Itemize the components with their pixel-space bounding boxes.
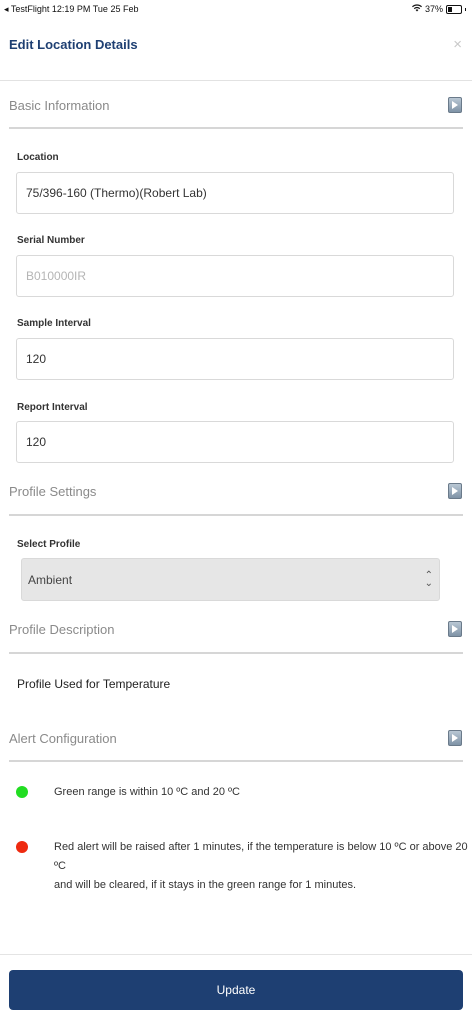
profile-selected-value: Ambient bbox=[28, 572, 73, 587]
location-field[interactable]: 75/396-160 (Thermo)(Robert Lab) bbox=[16, 172, 454, 214]
status-time: 12:19 PM bbox=[51, 4, 91, 14]
red-alert-text: Red alert will be raised after 1 minutes… bbox=[54, 838, 472, 895]
red-status-dot bbox=[16, 841, 28, 853]
wifi-icon bbox=[411, 4, 422, 14]
page-title: Edit Location Details bbox=[9, 37, 138, 52]
modal-header: Edit Location Details × bbox=[0, 20, 472, 81]
serial-number-label: Serial Number bbox=[17, 235, 85, 246]
expand-arrow-icon[interactable] bbox=[448, 730, 462, 746]
divider bbox=[9, 514, 463, 516]
expand-arrow-icon[interactable] bbox=[448, 483, 462, 499]
chevron-up-down-icon: ⌃ ⌄ bbox=[424, 570, 433, 589]
sample-interval-field[interactable]: 120 bbox=[16, 338, 454, 380]
section-profile-description[interactable]: Profile Description bbox=[0, 613, 472, 647]
update-button[interactable]: Update bbox=[9, 970, 463, 1010]
divider bbox=[9, 760, 463, 762]
sample-interval-label: Sample Interval bbox=[17, 318, 91, 329]
select-profile-label: Select Profile bbox=[17, 539, 81, 550]
section-title: Basic Information bbox=[9, 98, 110, 113]
section-profile-settings[interactable]: Profile Settings bbox=[0, 475, 472, 509]
report-interval-label: Report Interval bbox=[17, 402, 88, 413]
serial-number-field: B010000IR bbox=[16, 255, 454, 297]
location-label: Location bbox=[17, 152, 59, 163]
status-bar: ◂ TestFlight 12:19 PM Tue 25 Feb 37% bbox=[0, 0, 472, 20]
expand-arrow-icon[interactable] bbox=[448, 97, 462, 113]
divider bbox=[9, 652, 463, 654]
red-alert-line-1: Red alert will be raised after 1 minutes… bbox=[54, 841, 468, 872]
green-range-text: Green range is within 10 ºC and 20 ºC bbox=[54, 786, 240, 798]
green-status-dot bbox=[16, 786, 28, 798]
section-title: Profile Description bbox=[9, 622, 115, 637]
red-alert-line-2: and will be cleared, if it stays in the … bbox=[54, 879, 357, 891]
status-date: Tue 25 Feb bbox=[92, 4, 139, 14]
section-title: Alert Configuration bbox=[9, 731, 117, 746]
battery-percent: 37% bbox=[424, 4, 443, 14]
section-title: Profile Settings bbox=[9, 484, 97, 499]
divider bbox=[9, 127, 463, 129]
close-icon[interactable]: × bbox=[453, 36, 462, 53]
expand-arrow-icon[interactable] bbox=[448, 621, 462, 637]
section-basic-information[interactable]: Basic Information bbox=[0, 89, 472, 123]
profile-description-text: Profile Used for Temperature bbox=[17, 677, 171, 691]
profile-select[interactable]: Ambient ⌃ ⌄ bbox=[21, 558, 440, 601]
section-alert-configuration[interactable]: Alert Configuration bbox=[0, 722, 472, 756]
back-to-testflight-link[interactable]: ◂ TestFlight bbox=[4, 4, 49, 14]
battery-icon bbox=[446, 4, 462, 14]
report-interval-field[interactable]: 120 bbox=[16, 421, 454, 463]
